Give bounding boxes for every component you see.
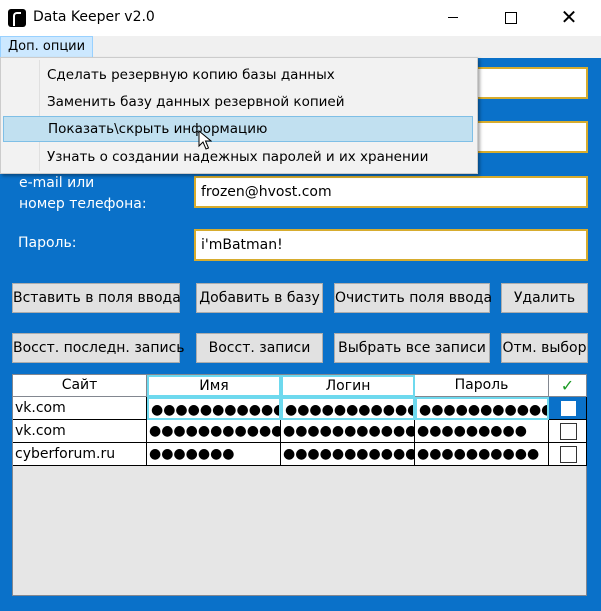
cell-password[interactable]: ●●●●●●●●●●●●●●: [415, 397, 549, 420]
cell-name[interactable]: ●●●●●●●●●●●●●●: [147, 420, 281, 443]
menu-item-backup[interactable]: Сделать резервную копию базы данных: [3, 62, 473, 88]
cell-login[interactable]: ●●●●●●●●●●●●●●: [281, 443, 415, 466]
cell-password[interactable]: ●●●●●●●●●●: [415, 443, 549, 466]
email-label-line1: e-mail или: [19, 175, 95, 191]
row-checkbox[interactable]: [559, 446, 577, 463]
password-label: Пароль:: [18, 235, 77, 251]
insert-into-fields-button[interactable]: Вставить в поля ввода: [12, 283, 181, 313]
delete-button[interactable]: Удалить: [501, 283, 588, 313]
records-table[interactable]: Сайт Имя Логин Пароль ✓ vk.com ●●●●●●●●●…: [12, 374, 587, 596]
app-icon: [8, 9, 26, 27]
password-field[interactable]: i'mBatman!: [194, 229, 588, 261]
table-row[interactable]: cyberforum.ru ●●●●●●● ●●●●●●●●●● ●●●● ●●●…: [13, 443, 587, 466]
table-row[interactable]: vk.com ●●●●●●●●●●●●●● ●●●●●●●●●●●●●● ●●●…: [13, 420, 587, 443]
mouse-cursor-icon: [198, 130, 212, 150]
close-icon: ✕: [560, 5, 578, 29]
table-header: Сайт Имя Логин Пароль ✓: [13, 375, 587, 397]
cell-password[interactable]: ●●●●●●●●●: [415, 420, 549, 443]
email-field[interactable]: frozen@hvost.com: [194, 176, 588, 208]
minimize-icon: [448, 17, 458, 18]
table-row[interactable]: vk.com ●●●●●●●●●●● ●●●●●●●●●● ●●●● ●●●●●●…: [13, 397, 587, 420]
cell-site[interactable]: vk.com: [13, 420, 147, 443]
add-to-database-button[interactable]: Добавить в базу: [196, 283, 323, 313]
restore-records-button[interactable]: Восст. записи: [196, 333, 323, 363]
select-all-button[interactable]: Выбрать все записи: [334, 333, 490, 363]
minimize-button[interactable]: [430, 0, 476, 36]
cell-checkbox[interactable]: [549, 397, 587, 420]
menu-bar: Доп. опции: [0, 36, 601, 58]
cell-name[interactable]: ●●●●●●●●●●●: [147, 397, 281, 420]
checkmark-icon: ✓: [560, 376, 575, 395]
extra-options-dropdown: Сделать резервную копию базы данных Заме…: [0, 57, 478, 174]
window-title: Data Keeper v2.0: [33, 9, 155, 25]
menu-item-restore-backup[interactable]: Заменить базу данных резервной копией: [3, 89, 473, 115]
cell-site[interactable]: vk.com: [13, 397, 147, 420]
maximize-button[interactable]: [488, 0, 534, 36]
header-check[interactable]: ✓: [549, 375, 587, 397]
header-password[interactable]: Пароль: [415, 375, 549, 397]
site-field[interactable]: [476, 67, 588, 99]
maximize-icon: [505, 11, 517, 24]
clear-fields-button[interactable]: Очистить поля ввода: [334, 283, 492, 313]
cell-login[interactable]: ●●●●●●●●●●●●●●: [281, 420, 415, 443]
cell-name[interactable]: ●●●●●●●: [147, 443, 281, 466]
cell-checkbox[interactable]: [549, 420, 587, 443]
name-field[interactable]: [476, 121, 588, 153]
menu-extra-options[interactable]: Доп. опции: [0, 36, 94, 58]
title-bar: Data Keeper v2.0 ✕: [0, 0, 601, 36]
menu-item-toggle-info[interactable]: Показать\скрыть информацию: [3, 116, 473, 142]
header-name[interactable]: Имя: [147, 375, 281, 397]
header-login[interactable]: Логин: [281, 375, 415, 397]
deselect-button[interactable]: Отм. выбор: [501, 333, 588, 363]
close-button[interactable]: ✕: [546, 0, 592, 36]
email-label-line2: номер телефона:: [19, 196, 147, 212]
header-site[interactable]: Сайт: [13, 375, 147, 397]
row-checkbox[interactable]: [559, 423, 577, 440]
row-checkbox[interactable]: [559, 400, 577, 417]
cell-login[interactable]: ●●●●●●●●●●●●●●: [281, 397, 415, 420]
menu-item-password-tips[interactable]: Узнать о создании надежных паролей и их …: [3, 144, 473, 170]
cell-site[interactable]: cyberforum.ru: [13, 443, 147, 466]
restore-last-record-button[interactable]: Восст. последн. запись: [12, 333, 185, 363]
cell-checkbox[interactable]: [549, 443, 587, 466]
